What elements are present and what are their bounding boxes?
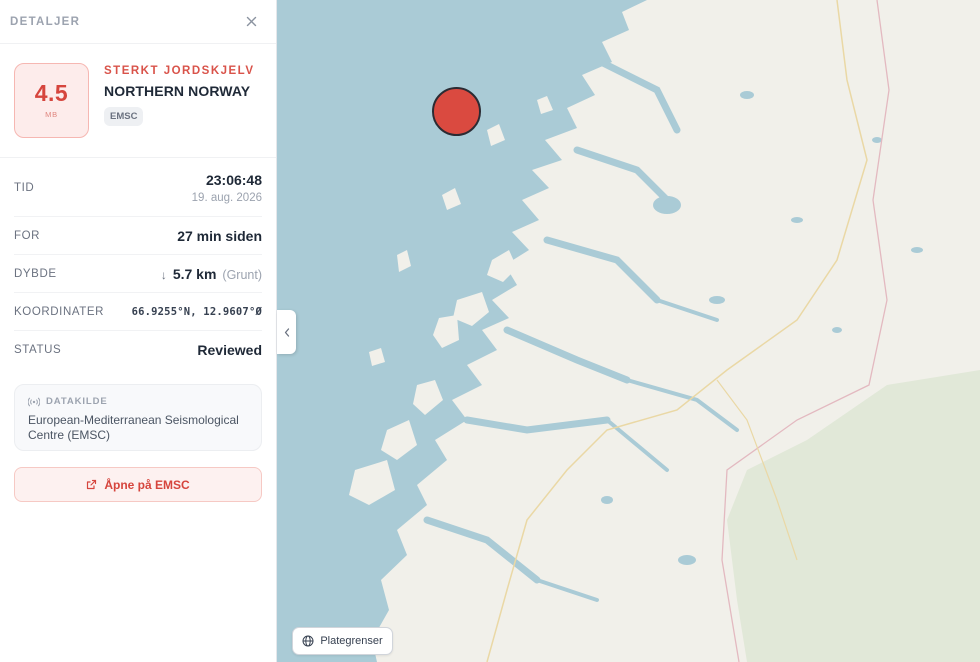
open-emsc-label: Åpne på EMSC — [104, 477, 190, 492]
datasource-header: DATAKILDE — [28, 396, 248, 407]
close-button[interactable] — [242, 13, 260, 31]
depth-group: ↓ 5.7 km (Grunt) — [161, 266, 262, 282]
ago-label: FOR — [14, 229, 41, 242]
status-label: STATUS — [14, 344, 62, 356]
open-emsc-button[interactable]: Åpne på EMSC — [14, 467, 262, 502]
broadcast-icon — [28, 397, 40, 406]
quake-classification: STERKT JORDSKJELV — [104, 65, 255, 77]
panel-title: DETALJER — [10, 15, 81, 28]
magnitude-unit: MB — [45, 110, 58, 119]
quake-info: STERKT JORDSKJELV NORTHERN NORWAY EMSC — [104, 63, 255, 138]
detail-row-ago: FOR 27 min siden — [14, 217, 262, 255]
ago-value: 27 min siden — [177, 227, 262, 244]
status-value: Reviewed — [197, 342, 262, 358]
plate-boundaries-label: Plategrenser — [320, 635, 383, 647]
coord-label: KOORDINATER — [14, 305, 105, 318]
depth-note: (Grunt) — [222, 267, 262, 282]
collapse-panel-button[interactable] — [277, 310, 296, 354]
date-value: 19. aug. 2026 — [191, 192, 262, 204]
time-label: TID — [14, 182, 35, 194]
source-badge: EMSC — [104, 107, 144, 126]
detail-row-depth: DYBDE ↓ 5.7 km (Grunt) — [14, 255, 262, 293]
datasource-name: European-Mediterranean Seismological Cen… — [28, 413, 239, 442]
depth-value: 5.7 km — [172, 265, 217, 282]
datasource-card: DATAKILDE European-Mediterranean Seismol… — [14, 384, 262, 451]
quake-summary: 4.5 MB STERKT JORDSKJELV NORTHERN NORWAY… — [0, 44, 276, 158]
map-view[interactable] — [277, 0, 980, 662]
detail-row-time: TID 23:06:48 19. aug. 2026 — [14, 158, 262, 217]
arrow-down-icon: ↓ — [160, 267, 167, 282]
detail-row-status: STATUS Reviewed — [14, 331, 262, 369]
time-value: 23:06:48 — [205, 172, 262, 188]
external-link-icon — [87, 479, 97, 490]
details-panel: DETALJER 4.5 MB STERKT JORDSKJELV NORTHE… — [0, 0, 277, 662]
globe-icon — [302, 635, 314, 647]
magnitude-value: 4.5 — [34, 80, 69, 106]
magnitude-badge: 4.5 MB — [14, 63, 89, 138]
close-icon — [246, 16, 256, 27]
datasource-label: DATAKILDE — [46, 396, 108, 407]
panel-header: DETALJER — [0, 0, 276, 44]
chevron-left-icon — [284, 327, 289, 337]
plate-boundaries-toggle[interactable]: Plategrenser — [292, 627, 393, 655]
detail-rows: TID 23:06:48 19. aug. 2026 FOR 27 min si… — [0, 158, 276, 369]
quake-region: NORTHERN NORWAY — [104, 83, 251, 99]
earthquake-marker[interactable] — [432, 87, 481, 136]
depth-label: DYBDE — [14, 267, 57, 280]
detail-row-coordinates: KOORDINATER 66.9255°N, 12.9607°Ø — [14, 293, 262, 331]
map-basemap — [277, 0, 980, 662]
coord-value[interactable]: 66.9255°N, 12.9607°Ø — [132, 306, 262, 318]
